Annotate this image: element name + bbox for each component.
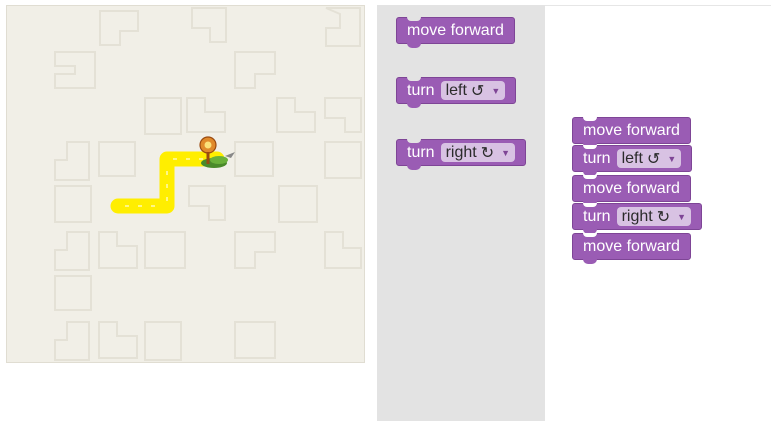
dropdown-value: left <box>621 149 643 167</box>
block-label: turn <box>583 207 611 225</box>
dropdown-arrow-icon: ▼ <box>667 153 677 164</box>
block-label: move forward <box>583 179 680 197</box>
direction-dropdown[interactable]: right ↻ ▼ <box>616 207 692 226</box>
rotate-right-icon: ↻ <box>656 208 671 226</box>
direction-dropdown[interactable]: left ↺ ▼ <box>616 149 682 168</box>
workspace-border <box>545 5 771 6</box>
dropdown-arrow-icon: ▼ <box>677 211 687 222</box>
block-label: turn <box>407 81 435 99</box>
rotate-right-icon: ↻ <box>480 144 495 162</box>
move-forward-block[interactable]: move forward <box>396 17 515 48</box>
direction-dropdown[interactable]: left ↺ ▼ <box>440 81 506 100</box>
maze-tiles <box>54 7 362 361</box>
rotate-left-icon: ↺ <box>470 82 485 100</box>
block-label: move forward <box>407 21 504 39</box>
direction-dropdown[interactable]: right ↻ ▼ <box>440 143 516 162</box>
dropdown-value: right <box>621 207 653 225</box>
dropdown-value: right <box>445 143 477 161</box>
move-forward-block[interactable]: move forward <box>572 175 691 206</box>
dropdown-arrow-icon: ▼ <box>501 147 511 158</box>
maze-canvas <box>6 5 365 363</box>
block-toolbox: move forward turn left ↺ ▼ turn right ↻ … <box>377 5 545 421</box>
turn-left-block[interactable]: turn left ↺ ▼ <box>572 145 693 176</box>
dropdown-arrow-icon: ▼ <box>491 85 501 96</box>
turn-right-block[interactable]: turn right ↻ ▼ <box>396 139 527 170</box>
block-label: turn <box>583 149 611 167</box>
move-forward-block[interactable]: move forward <box>572 117 691 148</box>
block-label: move forward <box>583 121 680 139</box>
block-label: move forward <box>583 237 680 255</box>
block-label: turn <box>407 143 435 161</box>
rotate-left-icon: ↺ <box>646 150 661 168</box>
turn-right-block[interactable]: turn right ↻ ▼ <box>572 203 703 234</box>
dropdown-value: left <box>445 81 467 99</box>
move-forward-block[interactable]: move forward <box>572 233 691 264</box>
turn-left-block[interactable]: turn left ↺ ▼ <box>396 77 517 108</box>
